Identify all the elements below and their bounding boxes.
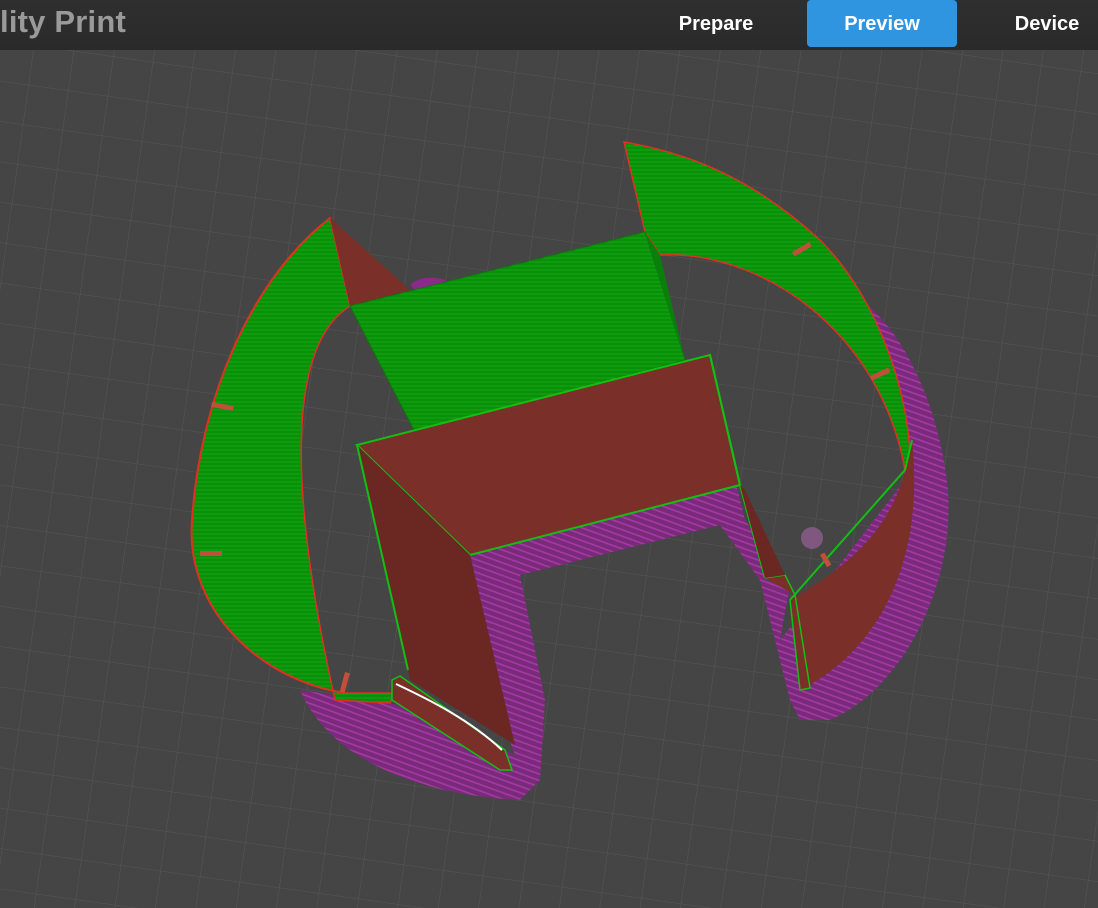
tab-prepare[interactable]: Prepare [660, 0, 772, 47]
app-title: lity Print [0, 4, 127, 39]
top-toolbar: lity Print Prepare Preview Device [0, 0, 1098, 50]
tab-preview[interactable]: Preview [807, 0, 957, 47]
3d-preview-viewport[interactable] [0, 0, 1098, 908]
slicer-window: lity Print Prepare Preview Device [0, 0, 1098, 908]
nozzle-indicator [801, 527, 823, 549]
tab-device[interactable]: Device [1000, 0, 1094, 47]
